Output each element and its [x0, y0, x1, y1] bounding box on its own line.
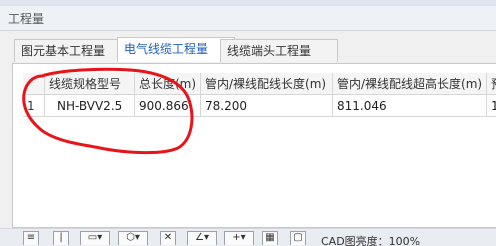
column-header[interactable]: 管内/裸线配线长度(m) — [201, 73, 333, 95]
tab-label: 电气线缆工程量 — [124, 42, 209, 56]
grid-icon[interactable]: ▦ — [262, 231, 278, 245]
table-cell[interactable]: 11.6 — [487, 95, 496, 117]
tab-label: 线缆端头工程量 — [227, 44, 312, 58]
line-icon[interactable]: | — [53, 231, 69, 245]
column-header[interactable]: 总长度(m) — [135, 73, 201, 95]
table-cell[interactable]: 78.200 — [201, 95, 333, 117]
column-header[interactable]: 管内/裸线配线超高长度(m) — [333, 73, 487, 95]
column-header[interactable]: 线缆规格型号 — [45, 73, 135, 95]
angle-icon[interactable]: ∠▾ — [187, 231, 217, 245]
cad-brightness-label: CAD图亮度：100% — [321, 235, 421, 246]
table-cell[interactable]: 900.866 — [135, 95, 201, 117]
cube-icon[interactable]: ⬡▾ — [118, 231, 148, 245]
tab-basic-quantity[interactable]: 图元基本工程量 — [14, 39, 132, 62]
tab-label: 图元基本工程量 — [21, 44, 106, 58]
cross-icon[interactable]: ✕ — [160, 231, 176, 245]
table-cell[interactable]: NH-BVV2.5 — [45, 95, 135, 117]
tab-cable-quantity[interactable]: 电气线缆工程量 — [117, 37, 235, 62]
rect-select-icon[interactable]: ▭▾ — [80, 231, 110, 245]
quantity-table-panel: 线缆规格型号 总长度(m) 管内/裸线配线长度(m) 管内/裸线配线超高长度(m… — [12, 63, 496, 228]
row-number: 1 — [23, 95, 45, 117]
tab-cable-terminal-quantity[interactable]: 线缆端头工程量 — [220, 39, 338, 62]
row-number-header — [23, 73, 45, 95]
column-header[interactable]: 预留 — [487, 73, 496, 95]
table-cell[interactable]: 811.046 — [333, 95, 487, 117]
panel-title: 工程量 — [8, 12, 45, 26]
list-icon[interactable]: ≡ — [23, 231, 39, 245]
rect-icon[interactable]: ▢ — [290, 231, 306, 245]
plus-icon[interactable]: +▾ — [224, 231, 254, 245]
bottom-toolbar: ≡ | ▭▾ ⬡▾ ✕ ∠▾ +▾ ▦ ▢ CAD图亮度：100% — [0, 228, 496, 246]
panel-header: 工程量 — [0, 6, 496, 31]
